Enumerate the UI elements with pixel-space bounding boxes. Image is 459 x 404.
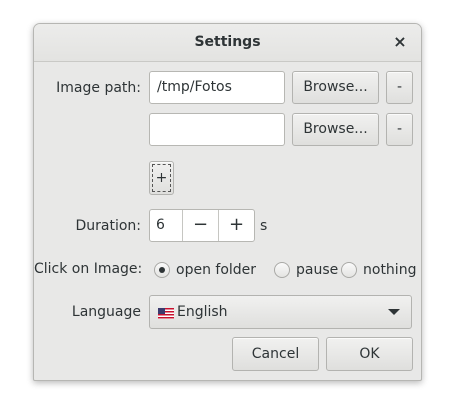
add-path-button[interactable]: + [149,161,174,195]
language-combobox[interactable]: English [149,295,412,329]
duration-spinbutton[interactable]: 6 − + [149,209,255,242]
cancel-button[interactable]: Cancel [232,337,319,371]
ok-button[interactable]: OK [326,337,413,371]
radio-indicator [154,262,170,278]
duration-decrement-button[interactable]: − [183,210,219,241]
radio-label-open-folder: open folder [176,262,257,278]
duration-value[interactable]: 6 [150,210,183,241]
remove-path-button-2[interactable]: - [386,113,413,146]
duration-label: Duration: [75,218,141,234]
chevron-down-icon [388,309,400,315]
image-path-field-1[interactable]: /tmp/Fotos [149,71,285,104]
duration-unit: s [260,218,268,234]
duration-increment-button[interactable]: + [219,210,254,241]
click-on-image-label: Click on Image: [34,261,143,277]
radio-indicator [341,262,357,278]
browse-button-2[interactable]: Browse... [292,113,379,146]
radio-indicator [274,262,290,278]
us-flag-icon [158,308,174,319]
radio-label-nothing: nothing [363,262,417,278]
language-label: Language [71,304,141,320]
dialog-title: Settings [194,34,261,50]
title-bar[interactable]: Settings × [34,24,421,62]
radio-label-pause: pause [296,262,339,278]
language-selected: English [177,304,228,320]
settings-dialog: Settings × Image path: /tmp/Fotos Browse… [33,23,422,381]
image-path-field-2[interactable] [149,113,285,146]
remove-path-button-1[interactable]: - [386,71,413,104]
image-path-label: Image path: [56,80,141,96]
close-icon[interactable]: × [390,32,410,52]
browse-button-1[interactable]: Browse... [292,71,379,104]
